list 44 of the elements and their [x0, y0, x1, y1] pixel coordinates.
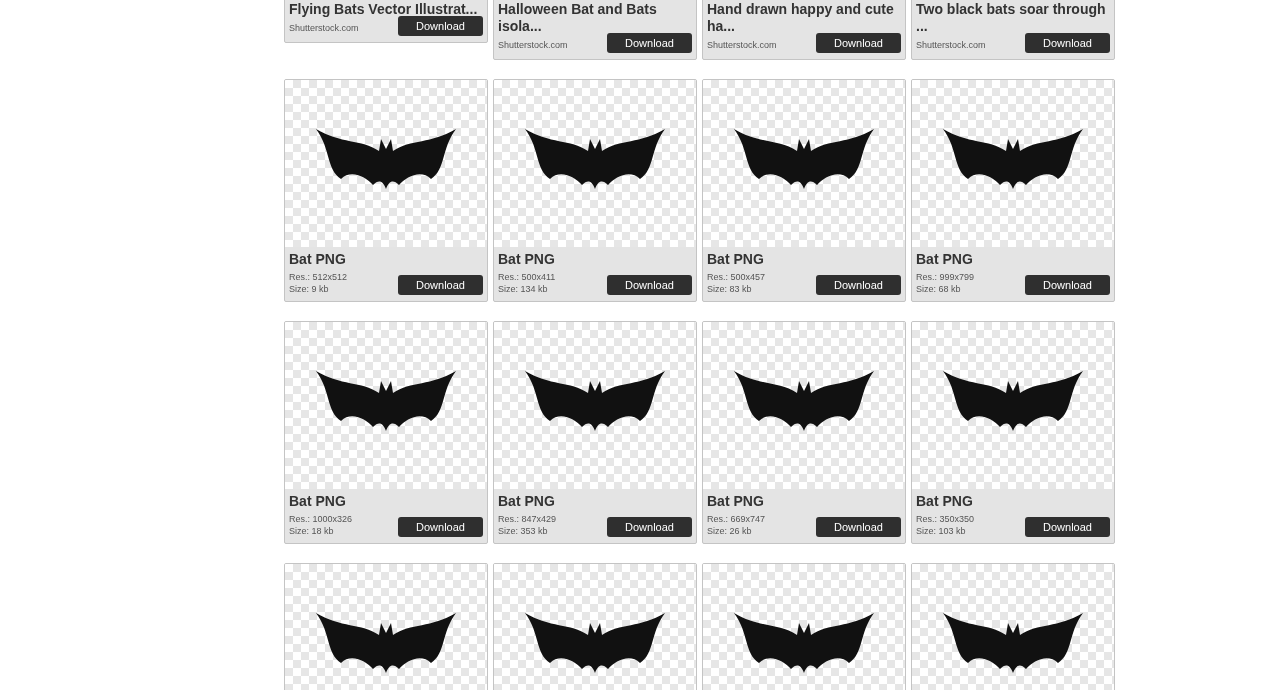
source-label: Shutterstock.com	[707, 39, 777, 51]
size-text: Size: 134 kb	[498, 283, 549, 295]
resolution-text: Res.: 350x350	[916, 513, 975, 525]
source-label: Shutterstock.com	[916, 39, 986, 51]
download-button[interactable]: Download	[1025, 275, 1110, 295]
card-title: Halloween Bat and Bats isola...	[498, 1, 658, 35]
resolution-text: Res.: 500x457	[707, 271, 766, 283]
card-title: Bat PNG	[707, 493, 765, 510]
size-text: Size: 83 kb	[707, 283, 753, 295]
size-text: Size: 9 kb	[289, 283, 330, 295]
download-button[interactable]: Download	[816, 33, 901, 53]
download-button[interactable]: Download	[816, 275, 901, 295]
size-text: Size: 103 kb	[916, 525, 967, 537]
download-button[interactable]: Download	[607, 517, 692, 537]
card-title: Bat PNG	[498, 493, 556, 510]
source-label: Shutterstock.com	[498, 39, 568, 51]
download-button[interactable]: Download	[398, 275, 483, 295]
download-button[interactable]: Download	[398, 16, 483, 36]
size-text: Size: 26 kb	[707, 525, 753, 537]
card-title: Bat PNG	[498, 251, 556, 268]
download-button[interactable]: Download	[607, 33, 692, 53]
resolution-text: Res.: 999x799	[916, 271, 975, 283]
resolution-text: Res.: 847x429	[498, 513, 557, 525]
card-title: Flying Bats Vector Illustrat...	[289, 1, 479, 18]
download-button[interactable]: Download	[1025, 33, 1110, 53]
card-title: Bat PNG	[707, 251, 765, 268]
resolution-text: Res.: 512x512	[289, 271, 348, 283]
download-button[interactable]: Download	[398, 517, 483, 537]
source-label: Shutterstock.com	[289, 22, 359, 34]
size-text: Size: 353 kb	[498, 525, 549, 537]
card-title: Bat PNG	[289, 251, 347, 268]
card-title: Hand drawn happy and cute ha...	[707, 1, 895, 35]
size-text: Size: 68 kb	[916, 283, 962, 295]
resolution-text: Res.: 500x411	[498, 271, 556, 283]
size-text: Size: 18 kb	[289, 525, 335, 537]
card-title: Bat PNG	[916, 493, 974, 510]
resolution-text: Res.: 669x747	[707, 513, 766, 525]
resolution-text: Res.: 1000x326	[289, 513, 353, 525]
download-button[interactable]: Download	[1025, 517, 1110, 537]
download-button[interactable]: Download	[816, 517, 901, 537]
card-title: Two black bats soar through ...	[916, 1, 1106, 35]
card-title: Bat PNG	[916, 251, 974, 268]
card-title: Bat PNG	[289, 493, 347, 510]
download-button[interactable]: Download	[607, 275, 692, 295]
